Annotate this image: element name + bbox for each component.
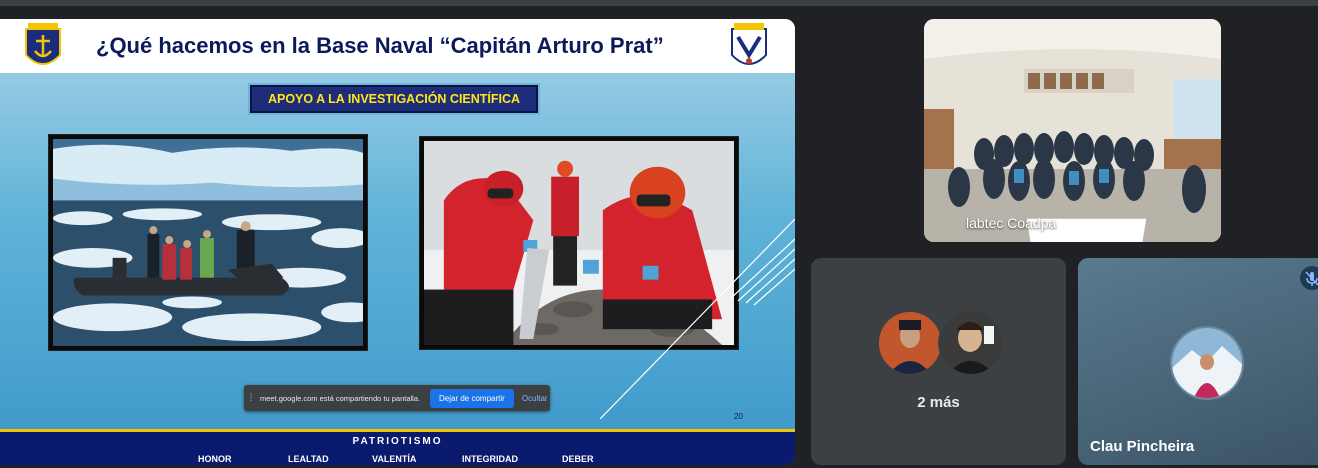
slide-header: ¿Qué hacemos en la Base Naval “Capitán A… xyxy=(0,19,795,73)
hide-button[interactable]: Ocultar xyxy=(522,394,548,403)
avatar xyxy=(877,310,943,376)
footer-title: PATRIOTISMO xyxy=(352,436,443,447)
mic-off-icon xyxy=(1300,266,1318,290)
drag-handle-icon[interactable]: ⁞ xyxy=(246,393,256,404)
participant-name: labtec Coadpa xyxy=(966,215,1057,231)
slide-decoration-lines xyxy=(600,219,795,419)
slide-page-number: 20 xyxy=(734,412,743,421)
stop-sharing-button[interactable]: Dejar de compartir xyxy=(430,388,514,408)
more-participants-label: 2 más xyxy=(917,394,960,411)
navy-crest-icon xyxy=(25,23,61,65)
slide-subtitle: APOYO A LA INVESTIGACIÓN CIENTÍFICA xyxy=(250,85,538,113)
photo-boat-in-ice xyxy=(48,134,368,351)
participant-tile-more[interactable]: 2 más xyxy=(811,258,1066,465)
participant-tile-clau[interactable]: Clau Pincheira xyxy=(1078,258,1318,465)
participant-tile-classroom[interactable]: labtec Coadpa xyxy=(924,19,1221,242)
footer-value: HONOR xyxy=(198,454,232,464)
share-message: meet.google.com está compartiendo tu pan… xyxy=(260,393,421,403)
avatar xyxy=(938,310,1004,376)
slide-footer: PATRIOTISMO HONOR LEALTAD VALENTÍA INTEG… xyxy=(0,429,795,465)
slide-title: ¿Qué hacemos en la Base Naval “Capitán A… xyxy=(96,33,664,58)
footer-value: VALENTÍA xyxy=(372,454,417,464)
footer-value: DEBER xyxy=(562,454,594,464)
navy-crest-icon xyxy=(731,23,767,65)
footer-value: LEALTAD xyxy=(288,454,329,464)
window-top-edge xyxy=(0,0,1318,6)
shared-screen-slide: ¿Qué hacemos en la Base Naval “Capitán A… xyxy=(0,19,795,465)
classroom-video xyxy=(924,19,1221,242)
footer-value: INTEGRIDAD xyxy=(462,454,518,464)
participant-name: Clau Pincheira xyxy=(1090,438,1195,455)
avatar xyxy=(1170,326,1244,400)
screen-share-notification: ⁞ meet.google.com está compartiendo tu p… xyxy=(244,385,550,411)
